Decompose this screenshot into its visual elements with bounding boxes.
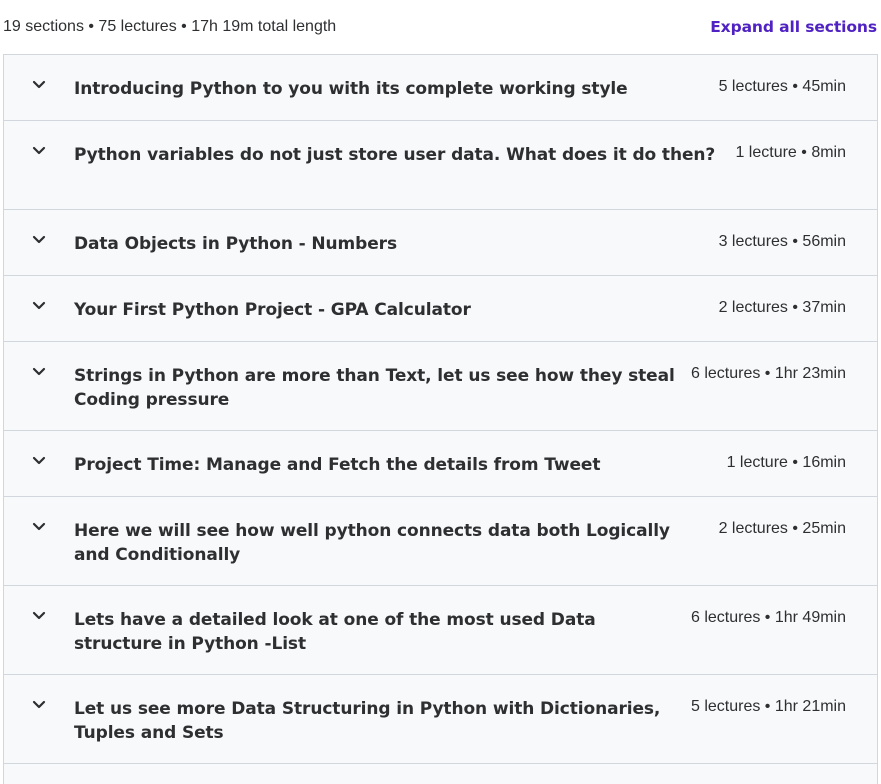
section-title: Data Objects in Python - Numbers — [74, 234, 397, 254]
section-meta: 5 lectures • 45min — [718, 78, 846, 95]
chevron-down-icon[interactable] — [4, 608, 74, 621]
section-row[interactable]: Data Objects in Python - Numbers 3 lectu… — [4, 210, 877, 276]
section-row[interactable]: Python variables do not just store user … — [4, 121, 877, 210]
chevron-down-icon[interactable] — [4, 364, 74, 377]
section-title: Lets have a detailed look at one of the … — [74, 610, 596, 654]
curriculum-header: 19 sections • 75 lectures • 17h 19m tota… — [0, 0, 881, 54]
section-list: Introducing Python to you with its compl… — [3, 54, 878, 784]
chevron-down-icon[interactable] — [4, 519, 74, 532]
chevron-down-icon[interactable] — [4, 453, 74, 466]
section-title: Introducing Python to you with its compl… — [74, 79, 628, 99]
section-title: Strings in Python are more than Text, le… — [74, 366, 675, 410]
section-row[interactable]: Strings in Python are more than Text, le… — [4, 342, 877, 431]
section-title: Project Time: Manage and Fetch the detai… — [74, 455, 601, 475]
expand-all-sections-button[interactable]: Expand all sections — [710, 18, 877, 36]
chevron-down-icon[interactable] — [4, 298, 74, 311]
section-meta: 1 lecture • 16min — [726, 454, 846, 471]
section-title: Here we will see how well python connect… — [74, 521, 670, 565]
section-meta: 5 lectures • 1hr 21min — [690, 698, 846, 715]
section-row[interactable]: Your First Python Project - GPA Calculat… — [4, 276, 877, 342]
chevron-down-icon[interactable] — [4, 232, 74, 245]
section-row[interactable]: Here we will see how well python connect… — [4, 497, 877, 586]
chevron-down-icon[interactable] — [4, 77, 74, 90]
section-title: Let us see more Data Structuring in Pyth… — [74, 699, 661, 743]
section-row[interactable]: Lets have a detailed look at one of the … — [4, 586, 877, 675]
section-row[interactable]: Let us see more Data Structuring in Pyth… — [4, 675, 877, 764]
section-meta: 3 lectures • 56min — [718, 233, 846, 250]
section-title: Python variables do not just store user … — [74, 145, 716, 165]
section-meta: 2 lectures • 37min — [718, 299, 846, 316]
section-meta: 6 lectures • 1hr 49min — [690, 609, 846, 626]
section-meta: 6 lectures • 1hr 23min — [690, 365, 846, 382]
section-row[interactable]: Project Time: Manage and Fetch the detai… — [4, 431, 877, 497]
chevron-down-icon[interactable] — [4, 143, 74, 156]
section-row-partial[interactable] — [4, 764, 877, 784]
chevron-down-icon[interactable] — [4, 697, 74, 710]
section-meta: 2 lectures • 25min — [718, 520, 846, 537]
section-meta: 1 lecture • 8min — [735, 144, 846, 161]
section-title: Your First Python Project - GPA Calculat… — [74, 300, 471, 320]
course-content-summary: 19 sections • 75 lectures • 17h 19m tota… — [3, 18, 337, 35]
section-row[interactable]: Introducing Python to you with its compl… — [4, 55, 877, 121]
